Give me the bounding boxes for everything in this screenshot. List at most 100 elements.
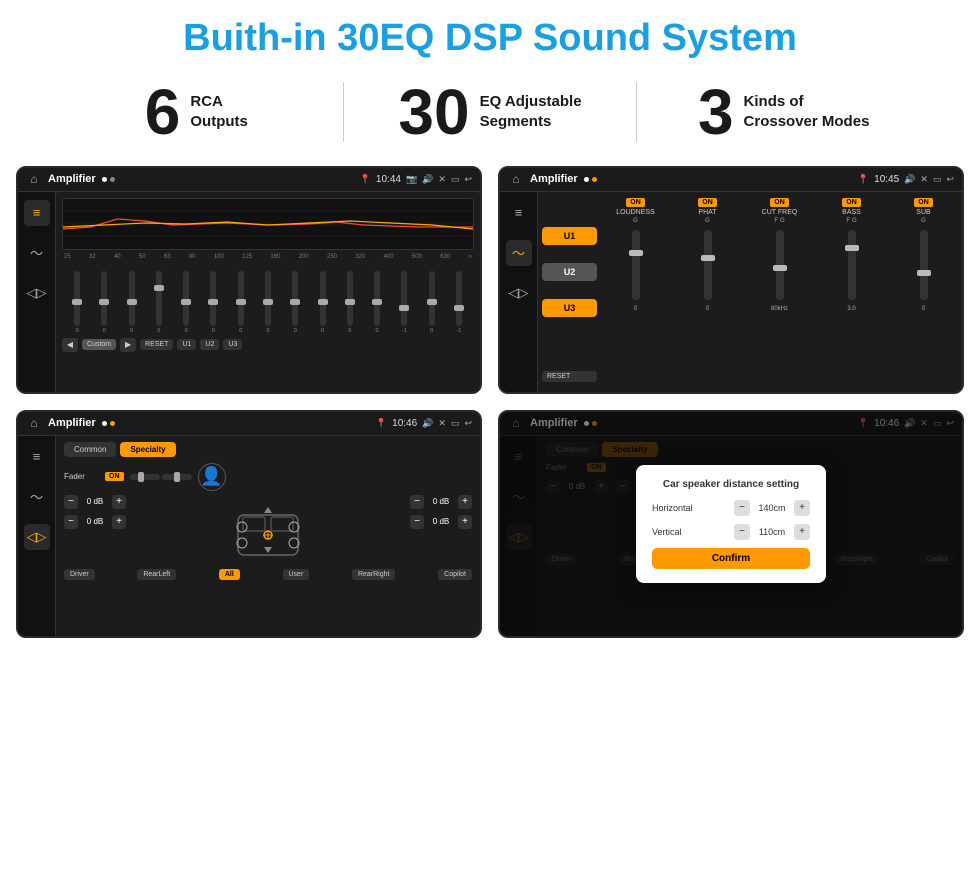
cross-sidebar-wave-icon[interactable]: 〜 (506, 240, 532, 266)
eq-time: 10:44 (376, 174, 401, 185)
eq-thumb-9[interactable] (318, 299, 328, 305)
vol-plus-2[interactable]: + (112, 515, 126, 529)
fader-thumb-2[interactable] (174, 472, 180, 482)
bass-track[interactable] (848, 230, 856, 300)
bass-on[interactable]: ON (842, 198, 861, 207)
fader-sidebar-eq-icon[interactable]: ≡ (24, 444, 50, 470)
u1-btn[interactable]: U1 (542, 227, 597, 245)
label-copilot[interactable]: Copilot (438, 569, 472, 580)
eq-sidebar-eq-icon[interactable]: ≡ (24, 200, 50, 226)
eq-prev-btn[interactable]: ◀ (62, 338, 78, 352)
eq-thumb-6[interactable] (236, 299, 246, 305)
eq-track-10[interactable] (347, 271, 353, 326)
eq-track-3[interactable] (156, 271, 162, 326)
phat-track[interactable] (704, 230, 712, 300)
vol-plus-3[interactable]: + (458, 495, 472, 509)
eq-track-11[interactable] (374, 271, 380, 326)
eq-thumb-10[interactable] (345, 299, 355, 305)
dialog-vertical-plus[interactable]: + (794, 524, 810, 540)
eq-val-12: -1 (402, 328, 407, 334)
dialog-horizontal-minus[interactable]: − (734, 500, 750, 516)
sub-track[interactable] (920, 230, 928, 300)
eq-reset-btn[interactable]: RESET (140, 339, 173, 350)
cross-sidebar-vol-icon[interactable]: ◁▷ (506, 280, 532, 306)
fader-bottom-labels: Driver RearLeft All User RearRight Copil… (64, 569, 472, 580)
loudness-on[interactable]: ON (626, 198, 645, 207)
sub-val: 0 (922, 306, 925, 312)
eq-track-1[interactable] (101, 271, 107, 326)
label-driver[interactable]: Driver (64, 569, 95, 580)
eq-custom-btn[interactable]: Custom (82, 339, 116, 350)
eq-track-14[interactable] (456, 271, 462, 326)
eq-track-7[interactable] (265, 271, 271, 326)
u2-btn[interactable]: U2 (542, 263, 597, 281)
label-user[interactable]: User (283, 569, 310, 580)
cutfreq-on[interactable]: ON (770, 198, 789, 207)
label-all[interactable]: All (219, 569, 240, 580)
stat-number-crossover: 3 (698, 80, 734, 144)
cross-reset-btn[interactable]: RESET (542, 371, 597, 382)
cutfreq-track[interactable] (776, 230, 784, 300)
eq-track-4[interactable] (183, 271, 189, 326)
bass-thumb[interactable] (845, 245, 859, 251)
eq-u3-btn[interactable]: U3 (223, 339, 242, 350)
vol-minus-3[interactable]: − (410, 495, 424, 509)
dialog-horizontal-plus[interactable]: + (794, 500, 810, 516)
eq-thumb-12[interactable] (399, 305, 409, 311)
eq-thumb-7[interactable] (263, 299, 273, 305)
eq-thumb-5[interactable] (208, 299, 218, 305)
fader-slide-1[interactable] (130, 474, 160, 480)
cutfreq-thumb[interactable] (773, 265, 787, 271)
fader-slide-2[interactable] (162, 474, 192, 480)
eq-thumb-0[interactable] (72, 299, 82, 305)
eq-track-2[interactable] (129, 271, 135, 326)
sub-on[interactable]: ON (914, 198, 933, 207)
fader-on-badge[interactable]: ON (105, 472, 124, 481)
eq-thumb-3[interactable] (154, 285, 164, 291)
location-icon: 📍 (360, 174, 371, 185)
vol-minus-4[interactable]: − (410, 515, 424, 529)
eq-u1-btn[interactable]: U1 (177, 339, 196, 350)
eq-track-8[interactable] (292, 271, 298, 326)
eq-track-6[interactable] (238, 271, 244, 326)
fader-sidebar-wave-icon[interactable]: 〜 (24, 484, 50, 510)
label-rearright[interactable]: RearRight (352, 569, 396, 580)
eq-track-12[interactable] (401, 271, 407, 326)
vol-plus-4[interactable]: + (458, 515, 472, 529)
fader-tab-specialty[interactable]: Specialty (120, 442, 175, 457)
eq-thumb-13[interactable] (427, 299, 437, 305)
eq-track-0[interactable] (74, 271, 80, 326)
fader-thumb-1[interactable] (138, 472, 144, 482)
fader-tab-common[interactable]: Common (64, 442, 116, 457)
phat-on[interactable]: ON (698, 198, 717, 207)
eq-sidebar-wave-icon[interactable]: 〜 (24, 240, 50, 266)
eq-thumb-14[interactable] (454, 305, 464, 311)
confirm-button[interactable]: Confirm (652, 548, 810, 569)
eq-thumb-2[interactable] (127, 299, 137, 305)
label-rearleft[interactable]: RearLeft (137, 569, 176, 580)
loudness-thumb[interactable] (629, 250, 643, 256)
loudness-track[interactable] (632, 230, 640, 300)
eq-track-9[interactable] (320, 271, 326, 326)
eq-thumb-1[interactable] (99, 299, 109, 305)
eq-thumb-4[interactable] (181, 299, 191, 305)
eq-main-area: 25 32 40 50 63 80 100 125 160 200 250 32… (56, 192, 480, 392)
vol-plus-1[interactable]: + (112, 495, 126, 509)
eq-track-13[interactable] (429, 271, 435, 326)
stat-number-rca: 6 (145, 80, 181, 144)
eq-thumb-11[interactable] (372, 299, 382, 305)
eq-track-5[interactable] (210, 271, 216, 326)
phat-thumb[interactable] (701, 255, 715, 261)
cross-sidebar-eq-icon[interactable]: ≡ (506, 200, 532, 226)
eq-sidebar-vol-icon[interactable]: ◁▷ (24, 280, 50, 306)
eq-u2-btn[interactable]: U2 (200, 339, 219, 350)
eq-thumb-8[interactable] (290, 299, 300, 305)
dialog-vertical-minus[interactable]: − (734, 524, 750, 540)
sub-thumb[interactable] (917, 270, 931, 276)
vol-minus-1[interactable]: − (64, 495, 78, 509)
u3-btn[interactable]: U3 (542, 299, 597, 317)
stat-label-crossover: Kinds ofCrossover Modes (744, 92, 870, 131)
vol-minus-2[interactable]: − (64, 515, 78, 529)
fader-sidebar-vol-icon[interactable]: ◁▷ (24, 524, 50, 550)
eq-next-btn[interactable]: ▶ (120, 338, 136, 352)
